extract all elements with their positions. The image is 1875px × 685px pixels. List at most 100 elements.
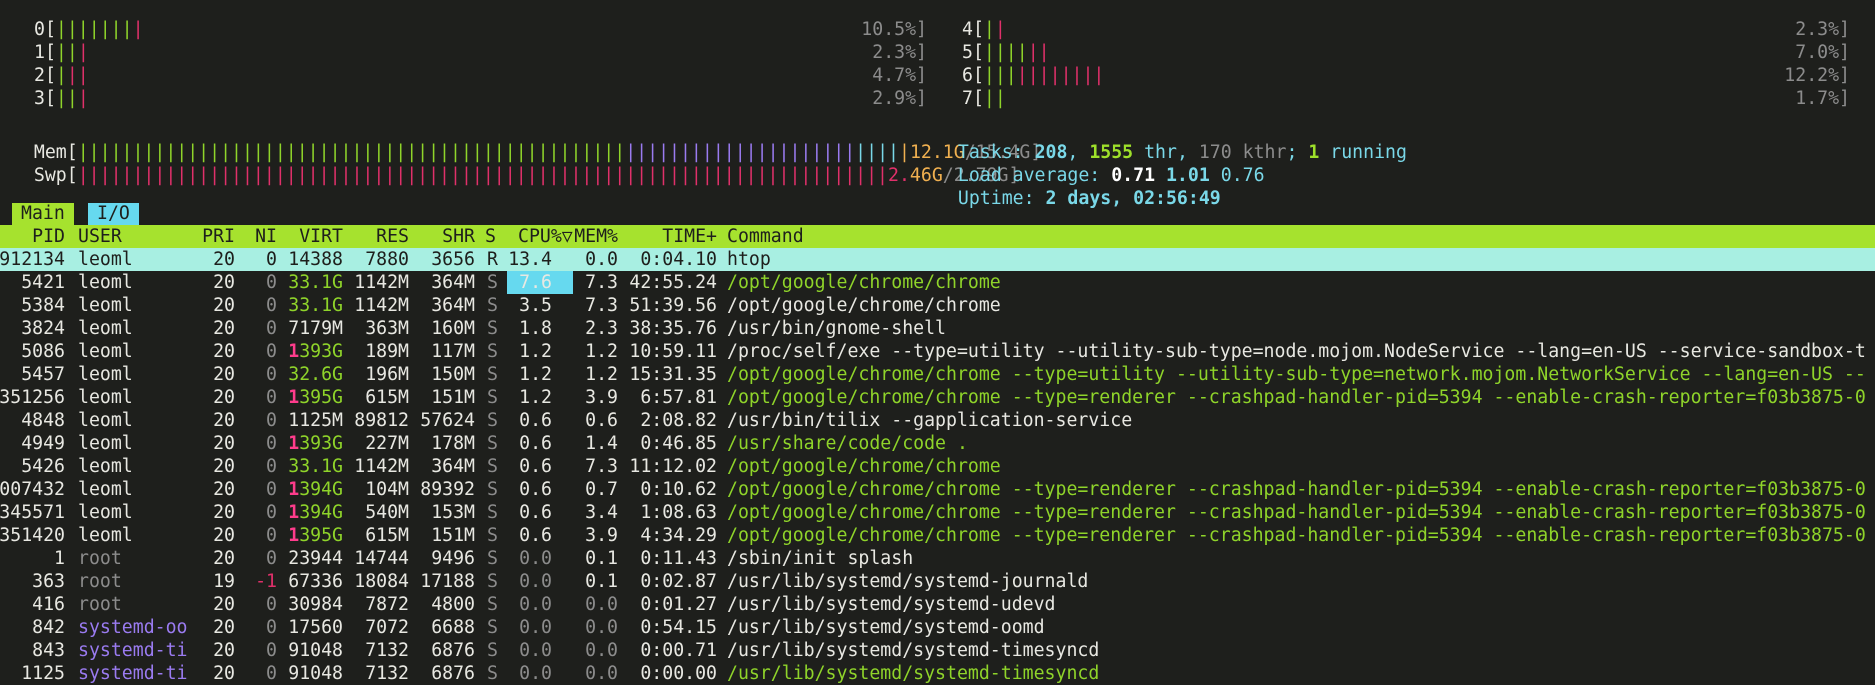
- meter-bracket: [: [44, 42, 56, 63]
- table-row[interactable]: 4848 leoml 20 0 1125M 89812 57624 S 0.6 0.6 2:08.8…: [0, 409, 1875, 432]
- table-row[interactable]: 5384 leoml 20 0 33.1G 1142M 364M S 3.5 7.3 51:39.5…: [0, 294, 1875, 317]
- table-row[interactable]: 4949 leoml 20 0 1393G 227M 178M S 0.6 1.4 0:46.85/…: [0, 432, 1875, 455]
- col-virt[interactable]: VIRT: [299, 225, 343, 248]
- cell-cpu: 0.6: [519, 456, 552, 477]
- cell-virt: 1395G: [288, 524, 343, 547]
- col-pri[interactable]: PRI: [202, 225, 235, 248]
- table-row[interactable]: 5421 leoml 20 0 33.1G 1142M 364M S 7.6 7.3 42:55.2…: [0, 271, 1875, 294]
- cell-res: 14744: [354, 548, 409, 569]
- cpu-meter-label: 7: [962, 88, 973, 109]
- cell-shr: 153M: [431, 502, 475, 523]
- tab-main[interactable]: Main: [12, 203, 74, 225]
- cell-mem: 0.0: [585, 249, 618, 270]
- table-row[interactable]: 5426 leoml 20 0 33.1G 1142M 364M S 0.6 7.3 11:12.0…: [0, 455, 1875, 478]
- uptime-line: Uptime: 2 days, 02:56:49: [936, 164, 1221, 209]
- table-row[interactable]: 3824 leoml 20 0 7179M 363M 160M S 1.8 2.3 38:35.76…: [0, 317, 1875, 340]
- cpu-meter-2: 2[|||: [34, 64, 89, 87]
- meter-bar-segment: ||||||||||||||||||||||||||||||||||||||||…: [77, 165, 889, 186]
- cell-ni: 0: [266, 364, 277, 385]
- col-ni[interactable]: NI: [255, 225, 277, 248]
- cell-pri: 20: [213, 387, 235, 408]
- table-row[interactable]: 345571 leoml 20 0 1394G 540M 153M S 0.6 3.4 1:08.6…: [0, 501, 1875, 524]
- table-row[interactable]: 842 systemd-oo 20 0 17560 7072 6688 S 0.0 0.0 0:54…: [0, 616, 1875, 639]
- cell-ni: 0: [266, 433, 277, 454]
- cell-user: systemd-ti: [78, 663, 188, 684]
- cell-time: 11:12.02: [629, 456, 717, 477]
- cell-virt: 1393G: [288, 340, 343, 363]
- cpu-meter-label: 6: [962, 65, 973, 86]
- cell-ni: 0: [266, 410, 277, 431]
- cell-virt: 1125M: [288, 410, 343, 431]
- cell-pri: 20: [213, 594, 235, 615]
- process-table-header: PID USER PRI NI VIRT RES SHR S CPU%▽ MEM…: [0, 225, 1875, 294]
- table-row[interactable]: 1125 systemd-ti 20 0 91048 7132 6876 S 0.0 0.0 0:0…: [0, 662, 1875, 685]
- swap-meter-label: Swp: [33, 165, 67, 186]
- cell-shr: 9496: [431, 548, 475, 569]
- meter-bracket: [: [972, 42, 984, 63]
- cell-res: 196M: [365, 364, 409, 385]
- table-row[interactable]: 5086 leoml 20 0 1393G 189M 117M S 1.2 1.2 10:59.11…: [0, 340, 1875, 363]
- cell-pid: 007432: [0, 479, 65, 500]
- col-res[interactable]: RES: [376, 225, 409, 248]
- cell-user: systemd-ti: [78, 640, 188, 661]
- cell-shr: 364M: [431, 295, 475, 316]
- meter-bar-segment: ||: [66, 65, 89, 86]
- meter-bar-segment: ||||: [983, 42, 1028, 63]
- table-row[interactable]: 912134 leoml 20 0 14388 7880 3656 R 13.4 0.0 0:04.…: [0, 248, 1875, 271]
- uptime-value: 2 days, 02:56:49: [1045, 188, 1221, 209]
- cell-cpu: 1.2: [519, 341, 552, 362]
- cell-pri: 20: [213, 525, 235, 546]
- col-command[interactable]: Command: [727, 225, 804, 248]
- cell-pri: 20: [213, 318, 235, 339]
- cell-cmd: /usr/lib/systemd/systemd-oomd: [727, 617, 1045, 638]
- cell-shr: 17188: [420, 571, 475, 592]
- cell-ni: 0: [266, 594, 277, 615]
- table-row[interactable]: 1 root 20 0 23944 14744 9496 S 0.0 0.1 0:11.43/sbi…: [0, 547, 1875, 570]
- cpu-meter-bars: ||: [984, 19, 1006, 40]
- cell-time: 0:11.43: [640, 548, 717, 569]
- cpu-meter-bars: ||: [984, 88, 1006, 109]
- cpu-meter-label: 0: [34, 19, 45, 40]
- meter-bar-segment: ||: [983, 88, 1006, 109]
- table-row[interactable]: 007432 leoml 20 0 1394G 104M 89392 S 0.6 0.7 0:10.…: [0, 478, 1875, 501]
- cell-cmd: /opt/google/chrome/chrome: [727, 272, 1001, 293]
- table-row[interactable]: 351256 leoml 20 0 1395G 615M 151M S 1.2 3.9 6:57.8…: [0, 386, 1875, 409]
- cell-cpu: 3.5: [519, 295, 552, 316]
- table-row[interactable]: 843 systemd-ti 20 0 91048 7132 6876 S 0.0 0.0 0:00…: [0, 639, 1875, 662]
- cell-cpu: 1.2: [519, 364, 552, 385]
- tab-io[interactable]: I/O: [88, 203, 139, 225]
- cell-user: leoml: [78, 272, 133, 293]
- col-state[interactable]: S: [485, 225, 496, 248]
- cell-user: leoml: [78, 433, 133, 454]
- cell-s: S: [487, 548, 498, 569]
- cell-s: S: [487, 364, 498, 385]
- uptime-label: Uptime:: [957, 188, 1046, 209]
- col-cpu[interactable]: CPU%▽: [518, 225, 573, 248]
- cell-cmd: /usr/lib/systemd/systemd-timesyncd: [727, 640, 1100, 661]
- table-row[interactable]: 363 root 19 -1 67336 18084 17188 S 0.0 0.1 0:02.87…: [0, 570, 1875, 593]
- meter-bracket: [: [972, 65, 984, 86]
- meter-bar-segment: |: [55, 65, 67, 86]
- meter-bracket: [: [972, 88, 984, 109]
- cell-pri: 20: [213, 456, 235, 477]
- table-row[interactable]: 351420 leoml 20 0 1395G 615M 151M S 0.6 3.9 4:34.2…: [0, 524, 1875, 547]
- col-shr[interactable]: SHR: [442, 225, 475, 248]
- cell-pid: 5384: [21, 295, 65, 316]
- cell-pri: 20: [213, 663, 235, 684]
- table-row[interactable]: 416 root 20 0 30984 7872 4800 S 0.0 0.0 0:01.27/us…: [0, 593, 1875, 616]
- cell-user: leoml: [78, 341, 133, 362]
- cell-virt: 33.1G: [288, 272, 343, 293]
- swap-used-int: 2.: [888, 165, 910, 186]
- cell-shr: 364M: [431, 456, 475, 477]
- col-pid[interactable]: PID: [32, 225, 65, 248]
- col-time[interactable]: TIME+: [662, 225, 717, 248]
- cell-shr: 57624: [420, 410, 475, 431]
- cell-time: 0:00.00: [640, 663, 717, 684]
- cell-pri: 20: [213, 295, 235, 316]
- col-user[interactable]: USER: [78, 225, 122, 248]
- cpu-meter-value: 2.9%]: [872, 88, 927, 109]
- cell-user: leoml: [78, 502, 133, 523]
- cell-res: 7072: [365, 617, 409, 638]
- table-row[interactable]: 5457 leoml 20 0 32.6G 196M 150M S 1.2 1.2 15:31.35…: [0, 363, 1875, 386]
- col-mem[interactable]: MEM%: [574, 225, 618, 248]
